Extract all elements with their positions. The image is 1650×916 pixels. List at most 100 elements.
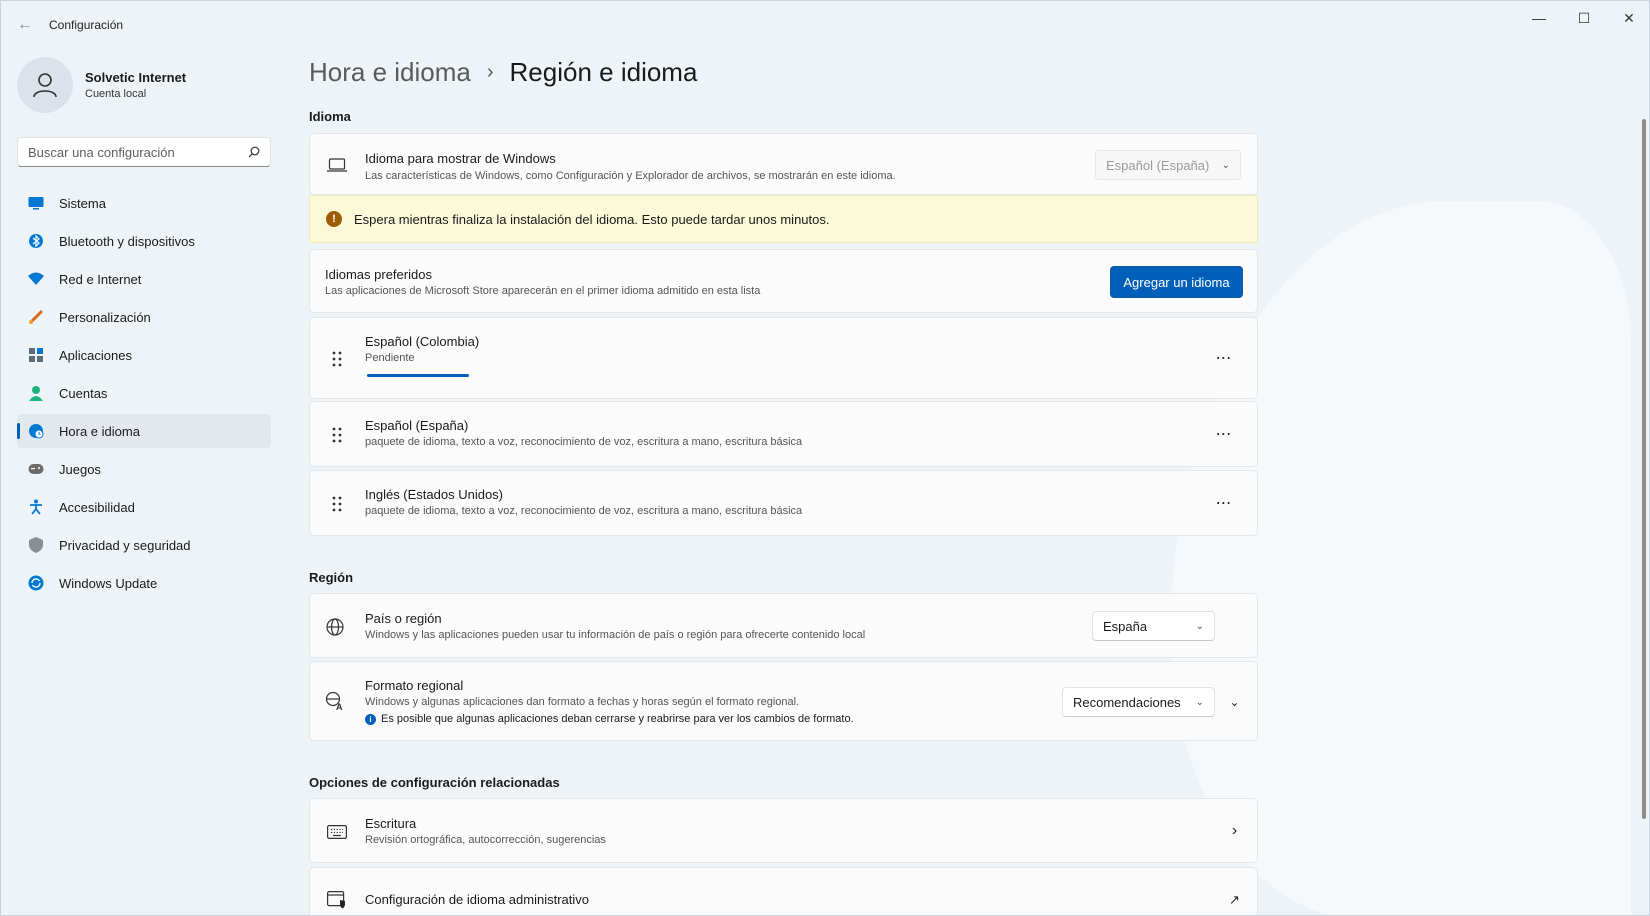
preferred-languages-title: Idiomas preferidos [325,267,432,282]
language-features: paquete de idioma, texto a voz, reconoci… [365,505,803,517]
display-language-dropdown[interactable]: Español (España) ⌄ [1095,150,1241,180]
language-name: Inglés (Estados Unidos) [365,487,504,502]
page-title: Región e idioma [509,57,698,87]
svg-text:A: A [336,702,343,711]
regional-format-title: Formato regional [365,678,464,693]
expand-chevron-icon[interactable]: ⌄ [1219,686,1251,718]
regional-format-info-text: Es posible que algunas aplicaciones deba… [381,713,854,725]
main-content: Hora e idioma › Región e idioma Idioma I… [309,1,1569,915]
display-language-card: Idioma para mostrar de Windows Las carac… [309,133,1258,195]
sidebar-item-hora-idioma[interactable]: Hora e idioma [17,414,271,448]
preferred-languages-card: Idiomas preferidos Las aplicaciones de M… [309,249,1258,313]
sidebar-item-label: Hora e idioma [59,423,140,439]
back-arrow-icon[interactable]: ← [13,13,37,37]
language-name: Español (Colombia) [365,334,480,349]
search-box[interactable] [17,137,271,167]
admin-settings-icon [326,889,348,911]
sidebar-item-sistema[interactable]: Sistema [17,186,271,220]
external-link-icon[interactable]: ↗ [1219,884,1251,915]
dropdown-value: Español (España) [1106,157,1210,173]
laptop-icon [326,154,348,176]
gamepad-icon [27,460,45,478]
regional-format-subtitle: Windows y algunas aplicaciones dan forma… [365,696,800,708]
sidebar-item-label: Sistema [59,195,106,211]
globe-icon [324,616,346,638]
language-row[interactable]: Español (Colombia) Pendiente ⋯ [309,317,1258,399]
add-language-button[interactable]: Agregar un idioma [1110,266,1243,298]
chevron-down-icon: ⌄ [1195,696,1204,708]
sidebar-item-label: Aplicaciones [59,347,132,363]
profile-name: Solvetic Internet [85,70,187,85]
country-region-card: País o región Windows y las aplicaciones… [309,593,1258,658]
sidebar-item-label: Bluetooth y dispositivos [59,233,195,249]
sidebar-item-windows-update[interactable]: Windows Update [17,566,271,600]
sidebar-item-juegos[interactable]: Juegos [17,452,271,486]
bluetooth-icon [27,232,45,250]
person-icon [33,73,57,98]
more-options-button[interactable]: ⋯ [1208,487,1240,519]
typing-settings-link[interactable]: Escritura Revisión ortográfica, autocorr… [309,798,1258,863]
chevron-right-icon[interactable]: › [1219,815,1251,847]
install-warning-text: Espera mientras finaliza la instalación … [354,211,830,227]
shield-icon [27,536,45,554]
regional-format-card[interactable]: A Formato regional Windows y algunas apl… [309,661,1258,741]
breadcrumb-parent-link[interactable]: Hora e idioma [309,57,471,88]
sidebar-nav: Sistema Bluetooth y dispositivos Red e I… [17,186,271,604]
language-status: Pendiente [365,352,415,364]
language-row[interactable]: Inglés (Estados Unidos) paquete de idiom… [309,470,1258,536]
chevron-down-icon: ⌄ [1221,159,1230,171]
profile-account-type: Cuenta local [85,88,147,100]
sidebar-item-aplicaciones[interactable]: Aplicaciones [17,338,271,372]
install-progress-bar [367,374,469,377]
app-title: Configuración [49,18,124,32]
section-title-region: Región [309,570,354,585]
monitor-icon [27,194,45,212]
sidebar-item-accesibilidad[interactable]: Accesibilidad [17,490,271,524]
sidebar-item-bluetooth[interactable]: Bluetooth y dispositivos [17,224,271,258]
sidebar-item-personalizacion[interactable]: Personalización [17,300,271,334]
breadcrumb-separator: › [486,61,494,83]
drag-handle-icon[interactable] [326,424,348,446]
regional-format-info: i Es posible que algunas aplicaciones deb… [365,713,854,725]
regional-format-dropdown[interactable]: Recomendaciones ⌄ [1062,687,1215,717]
country-region-subtitle: Windows y las aplicaciones pueden usar t… [365,629,866,641]
sidebar-item-cuentas[interactable]: Cuentas [17,376,271,410]
globe-clock-icon [27,422,45,440]
update-icon [27,574,45,592]
more-options-button[interactable]: ⋯ [1208,418,1240,450]
avatar [17,57,73,113]
chevron-down-icon: ⌄ [1195,620,1204,632]
sidebar-item-red[interactable]: Red e Internet [17,262,271,296]
sidebar-item-label: Red e Internet [59,271,142,287]
breadcrumb: Hora e idioma › Región e idioma [309,57,697,88]
sidebar-item-label: Cuentas [59,385,108,401]
info-icon: i [365,713,376,725]
typing-subtitle: Revisión ortográfica, autocorrección, su… [365,834,606,846]
regional-format-icon: A [324,690,346,712]
more-options-button[interactable]: ⋯ [1208,342,1240,374]
sidebar-item-label: Personalización [59,309,151,325]
admin-language-settings-link[interactable]: Configuración de idioma administrativo ↗ [309,867,1258,915]
apps-icon [27,346,45,364]
language-row[interactable]: Español (España) paquete de idioma, text… [309,401,1258,467]
wifi-icon [27,270,45,288]
dropdown-value: España [1103,618,1148,634]
sidebar-item-label: Juegos [59,461,101,477]
drag-handle-icon[interactable] [326,348,348,370]
vertical-scrollbar[interactable] [1642,119,1646,819]
user-profile[interactable]: Solvetic Internet Cuenta local [17,55,186,115]
sidebar-item-label: Accesibilidad [59,499,135,515]
dropdown-value: Recomendaciones [1073,694,1181,710]
brush-icon [27,308,45,326]
sidebar-item-privacidad[interactable]: Privacidad y seguridad [17,528,271,562]
person-icon [27,384,45,402]
sidebar-item-label: Privacidad y seguridad [59,537,191,553]
drag-handle-icon[interactable] [326,493,348,515]
admin-language-title: Configuración de idioma administrativo [365,892,590,907]
country-dropdown[interactable]: España ⌄ [1092,611,1215,641]
search-input[interactable] [28,144,248,160]
section-title-related: Opciones de configuración relacionadas [309,775,560,790]
search-icon[interactable] [248,146,260,158]
close-button[interactable]: ✕ [1606,1,1649,35]
install-warning-bar: ! Espera mientras finaliza la instalació… [309,195,1258,243]
